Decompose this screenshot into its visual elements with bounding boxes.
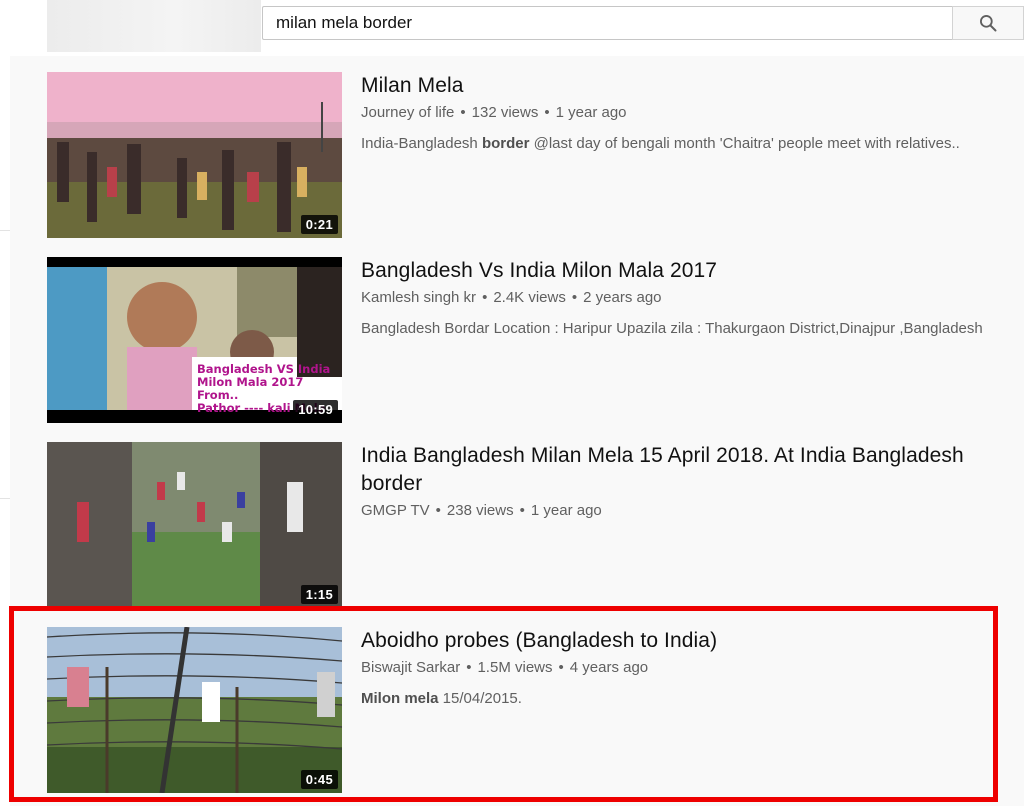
video-duration: 0:21	[300, 215, 338, 234]
video-description: India-Bangladesh border @last day of ben…	[361, 135, 960, 152]
video-info: Milan Mela Journey of life • 132 views • 1 y…	[361, 72, 1011, 154]
video-title[interactable]: India Bangladesh Milan Mela 15 April 201…	[361, 442, 1011, 498]
video-info: Aboidho probes (Bangladesh to India) Bis…	[361, 627, 1011, 709]
upload-age: 4 years ago	[569, 659, 649, 676]
search-input[interactable]	[263, 7, 936, 39]
sidebar-divider	[0, 230, 10, 231]
video-thumbnail[interactable]: Bangladesh VS India Milon Mala 2017 From…	[47, 257, 342, 423]
upload-age: 1 year ago	[555, 104, 627, 121]
video-title[interactable]: Bangladesh Vs India Milon Mala 2017	[361, 257, 1011, 285]
video-result[interactable]: 0:45 Aboidho probes (Bangladesh to India…	[47, 627, 1007, 793]
sidebar-edge	[0, 56, 10, 806]
upload-age: 2 years ago	[583, 289, 662, 306]
view-count: 238 views	[446, 502, 514, 519]
search-icon	[980, 15, 997, 32]
video-meta: Journey of life • 132 views • 1 year ago	[361, 104, 627, 121]
video-description: Bangladesh Bordar Location : Haripur Upa…	[361, 320, 983, 337]
video-meta: Biswajit Sarkar • 1.5M views • 4 years ago	[361, 659, 649, 676]
channel-name[interactable]: GMGP TV	[361, 502, 430, 519]
video-thumbnail[interactable]: 0:45	[47, 627, 342, 793]
upload-age: 1 year ago	[530, 502, 602, 519]
video-info: Bangladesh Vs India Milon Mala 2017 Kaml…	[361, 257, 1011, 339]
video-info: India Bangladesh Milan Mela 15 April 201…	[361, 442, 1011, 521]
sidebar-divider	[0, 498, 10, 499]
video-meta: Kamlesh singh kr • 2.4K views • 2 years ago	[361, 289, 662, 306]
search-button[interactable]	[952, 6, 1024, 40]
video-duration: 0:45	[300, 770, 338, 789]
search-box[interactable]	[262, 6, 952, 40]
channel-name[interactable]: Journey of life	[361, 104, 454, 121]
video-thumbnail[interactable]: 1:15	[47, 442, 342, 608]
video-title[interactable]: Milan Mela	[361, 72, 1011, 100]
top-bar	[0, 0, 1024, 56]
view-count: 1.5M views	[477, 659, 553, 676]
video-result[interactable]: 0:21 Milan Mela Journey of life • 132 view…	[47, 72, 1007, 238]
view-count: 2.4K views	[493, 289, 566, 306]
video-description: Milon mela 15/04/2015.	[361, 690, 522, 707]
video-duration: 1:15	[300, 585, 338, 604]
channel-name[interactable]: Biswajit Sarkar	[361, 659, 460, 676]
video-result[interactable]: Bangladesh VS India Milon Mala 2017 From…	[47, 257, 1007, 423]
view-count: 132 views	[471, 104, 539, 121]
channel-name[interactable]: Kamlesh singh kr	[361, 289, 476, 306]
video-duration: 10:59	[293, 400, 338, 419]
previous-thumbnail-fragment	[47, 0, 261, 52]
video-result[interactable]: 1:15 India Bangladesh Milan Mela 15 Apri…	[47, 442, 1007, 608]
video-title[interactable]: Aboidho probes (Bangladesh to India)	[361, 627, 1011, 655]
video-thumbnail[interactable]: 0:21	[47, 72, 342, 238]
video-meta: GMGP TV • 238 views • 1 year ago	[361, 502, 602, 519]
